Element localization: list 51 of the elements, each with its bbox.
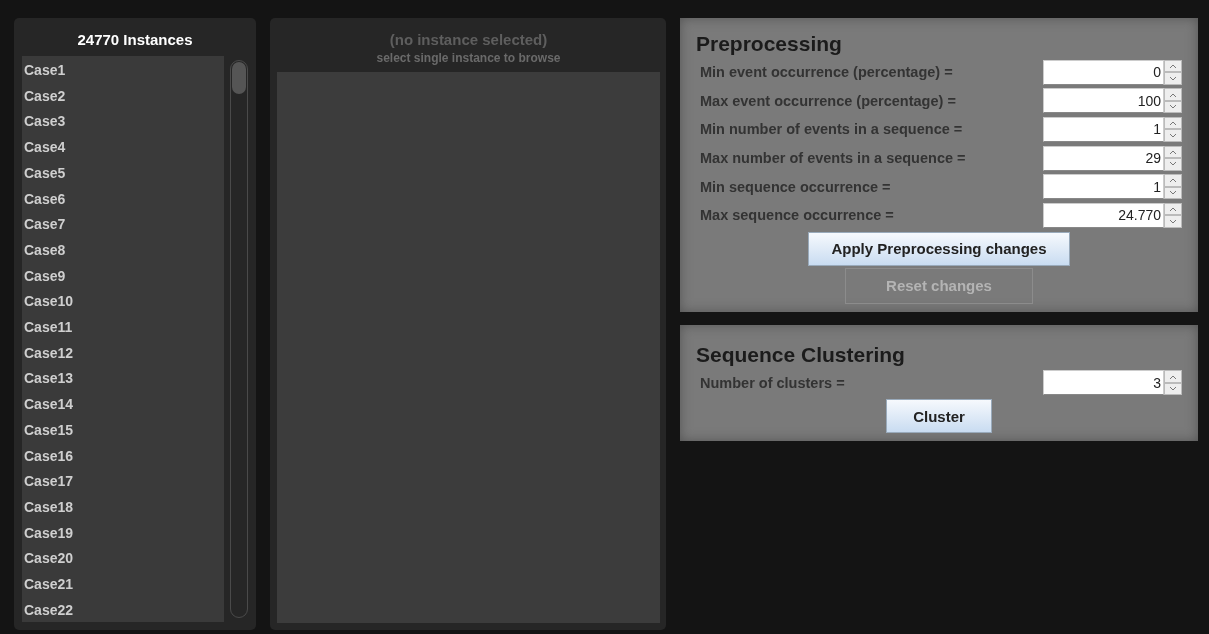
field-label: Min number of events in a sequence = [700, 121, 964, 138]
list-item[interactable]: Case8 [22, 237, 66, 264]
list-item[interactable]: Case3 [22, 109, 66, 136]
panel-title: Sequence Clustering [696, 342, 905, 367]
list-item[interactable]: Case16 [22, 443, 74, 470]
list-item[interactable]: Case4 [22, 135, 66, 161]
panel-title: Preprocessing [696, 32, 842, 56]
list-item[interactable]: Case17 [22, 469, 74, 495]
number-field[interactable]: 3 [1043, 370, 1164, 396]
list-item[interactable]: Case2 [22, 83, 66, 110]
list-item[interactable]: Case18 [22, 494, 74, 521]
action-button[interactable]: Cluster [886, 399, 992, 434]
list-item[interactable]: Case13 [22, 366, 74, 393]
number-field[interactable]: 1 [1043, 174, 1164, 200]
spinner-buttons[interactable] [1164, 59, 1182, 85]
spinner-buttons[interactable] [1164, 88, 1182, 114]
spinner-buttons[interactable] [1164, 117, 1182, 142]
list-item[interactable]: Case12 [22, 340, 74, 367]
field-label: Min sequence occurrence = [700, 178, 892, 195]
list-item[interactable]: Case20 [22, 546, 74, 573]
spinner-buttons[interactable] [1164, 174, 1182, 200]
list-item[interactable]: Case7 [22, 212, 66, 238]
scroll-thumb[interactable] [232, 62, 246, 94]
number-field[interactable]: 24.770 [1043, 202, 1164, 228]
list-item[interactable]: Case11 [22, 315, 73, 341]
list-item[interactable]: Case15 [22, 417, 74, 444]
list-item[interactable]: Case10 [22, 289, 74, 316]
list-item[interactable]: Case22 [22, 597, 74, 624]
field-label: Max sequence occurrence = [700, 207, 895, 224]
spinner-buttons[interactable] [1164, 370, 1182, 396]
action-button[interactable]: Apply Preprocessing changes [808, 231, 1070, 266]
number-field[interactable]: 0 [1043, 59, 1164, 85]
spinner-buttons[interactable] [1164, 145, 1182, 171]
field-label: Max event occurrence (percentage) = [700, 92, 957, 109]
field-label: Number of clusters = [700, 374, 846, 391]
field-label: Max number of events in a sequence = [700, 150, 967, 167]
list-item[interactable]: Case9 [22, 263, 66, 290]
panel-title: 24770 Instances [76, 30, 194, 50]
list-item[interactable]: Case21 [22, 572, 74, 598]
list-item[interactable]: Case5 [22, 160, 66, 187]
list-item[interactable]: Case19 [22, 520, 74, 547]
number-field[interactable]: 29 [1043, 145, 1164, 171]
spinner-buttons[interactable] [1164, 202, 1182, 228]
panel-title: (no instance selected) [389, 30, 548, 48]
field-label: Min event occurrence (percentage) = [700, 64, 954, 81]
list-item[interactable]: Case1 [22, 58, 66, 84]
number-field[interactable]: 100 [1043, 88, 1164, 114]
number-field[interactable]: 1 [1043, 117, 1164, 142]
panel-subtitle: select single instance to browse [376, 50, 561, 67]
list-item[interactable]: Case6 [22, 186, 66, 213]
list-item[interactable]: Case14 [22, 392, 74, 418]
